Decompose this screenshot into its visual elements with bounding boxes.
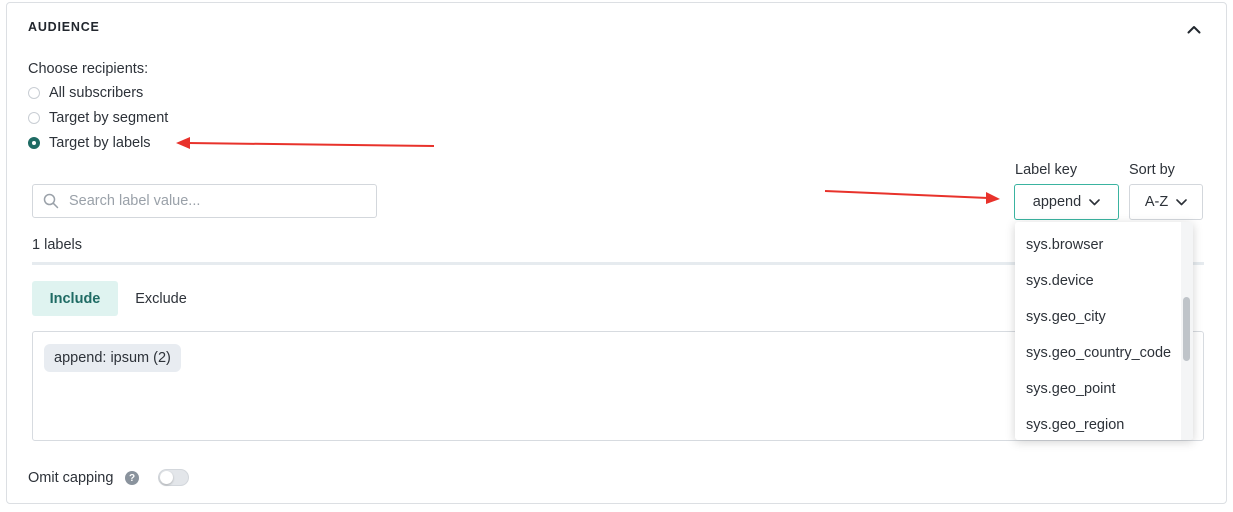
dropdown-option[interactable]: sys.geo_city	[1026, 309, 1106, 325]
section-title: AUDIENCE	[28, 20, 100, 34]
chevron-down-icon	[1176, 198, 1187, 206]
sort-by-value: A-Z	[1144, 194, 1169, 210]
dropdown-option[interactable]: sys.browser	[1026, 237, 1103, 253]
tab-exclude[interactable]: Exclude	[124, 281, 198, 316]
label-chip[interactable]: append: ipsum (2)	[44, 344, 181, 372]
dropdown-scrollbar[interactable]	[1181, 222, 1193, 440]
tab-include[interactable]: Include	[32, 281, 118, 316]
omit-capping-label: Omit capping	[28, 470, 114, 486]
radio-all-subscribers[interactable]: All subscribers	[28, 85, 143, 101]
choose-recipients-label: Choose recipients:	[28, 61, 149, 77]
label-key-dropdown: sys.browser sys.device sys.geo_city sys.…	[1015, 222, 1193, 440]
chevron-down-icon	[1089, 198, 1100, 206]
label-key-value: append	[1032, 194, 1082, 210]
radio-target-by-labels[interactable]: Target by labels	[28, 135, 151, 151]
radio-label: Target by labels	[49, 135, 151, 151]
sort-by-select[interactable]: A-Z	[1129, 184, 1203, 220]
radio-circle[interactable]	[28, 112, 40, 124]
radio-label: All subscribers	[49, 85, 144, 101]
search-icon	[43, 193, 59, 209]
radio-circle-checked[interactable]	[28, 137, 40, 149]
sort-by-label: Sort by	[1129, 162, 1175, 178]
label-key-select[interactable]: append	[1014, 184, 1119, 220]
toggle-knob	[160, 471, 173, 484]
dropdown-option[interactable]: sys.geo_region	[1026, 417, 1124, 433]
dropdown-option[interactable]: sys.geo_point	[1026, 381, 1115, 397]
omit-capping-toggle[interactable]	[158, 469, 189, 486]
help-icon[interactable]: ?	[125, 471, 139, 485]
chevron-up-icon	[1187, 25, 1201, 33]
scrollbar-thumb[interactable]	[1183, 297, 1190, 361]
radio-target-by-segment[interactable]: Target by segment	[28, 110, 168, 126]
label-key-label: Label key	[1015, 162, 1078, 178]
search-box[interactable]	[32, 184, 377, 218]
audience-card: AUDIENCE Choose recipients: All subscrib…	[6, 2, 1227, 504]
labels-count: 1 labels	[32, 237, 82, 253]
dropdown-option[interactable]: sys.geo_country_code	[1026, 345, 1171, 361]
search-input[interactable]	[69, 193, 359, 209]
radio-circle[interactable]	[28, 87, 40, 99]
dropdown-option[interactable]: sys.device	[1026, 273, 1094, 289]
collapse-button[interactable]	[1183, 18, 1205, 40]
radio-label: Target by segment	[49, 110, 169, 126]
